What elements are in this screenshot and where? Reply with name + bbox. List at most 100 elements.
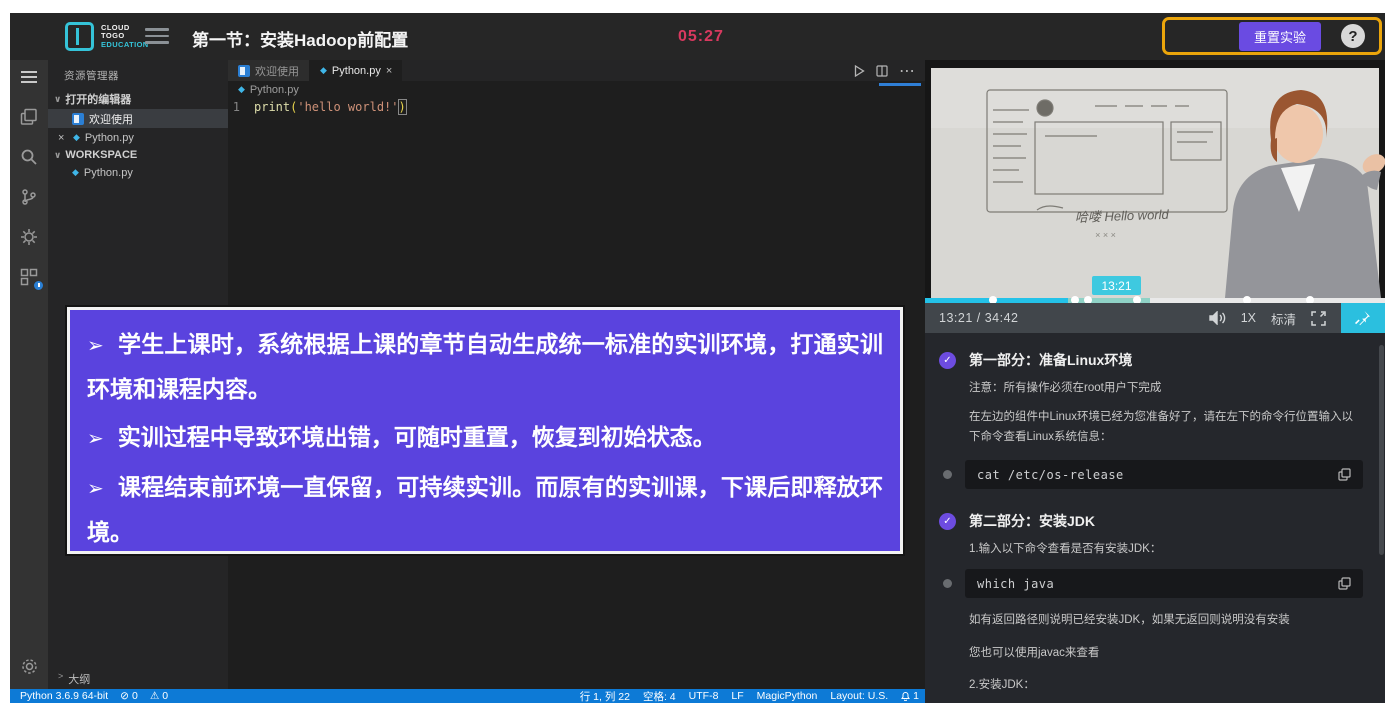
brand-logo-icon — [65, 22, 94, 51]
section-2-header[interactable]: ✓ 第二部分：安装JDK — [939, 511, 1363, 531]
help-icon[interactable]: ? — [1341, 24, 1365, 48]
section-2-title: 第二部分：安装JDK — [969, 511, 1095, 531]
settings-gear-icon[interactable] — [10, 649, 48, 683]
outline-label: 大纲 — [68, 671, 90, 687]
chevron-down-icon: ∨ — [54, 94, 61, 105]
chapter-title: 第一节：安装Hadoop前配置 — [192, 26, 408, 51]
brand-logo-text: CLOUD TOGO EDUCATION — [101, 24, 149, 50]
command-row: which java — [939, 569, 1363, 598]
eol-setting[interactable]: LF — [731, 690, 743, 702]
remote-explorer-icon[interactable] — [10, 260, 48, 294]
python-version[interactable]: Python 3.6.9 64-bit — [20, 690, 108, 702]
more-actions-icon[interactable]: ⋯ — [899, 61, 915, 81]
panel-scrollbar[interactable] — [1379, 345, 1384, 555]
breadcrumb[interactable]: ◆ Python.py — [228, 81, 925, 98]
editor-actions: ⋯ — [854, 60, 925, 81]
tab-label: 欢迎使用 — [255, 63, 299, 79]
menu-icon[interactable] — [145, 28, 169, 45]
open-editor-item-welcome[interactable]: 欢迎使用 — [48, 109, 228, 128]
volume-icon[interactable] — [1209, 311, 1226, 325]
section-2-extra-2: 您也可以使用javac来查看 — [969, 644, 1363, 664]
status-bar: Python 3.6.9 64-bit ⊘ 0 ⚠ 0 行 1, 列 22 空格… — [10, 689, 925, 703]
playback-speed[interactable]: 1X — [1241, 311, 1256, 325]
command-block[interactable]: which java — [965, 569, 1363, 598]
tab-python[interactable]: ◆ Python.py × — [310, 60, 402, 81]
overlay-bullet-1: ➢学生上课时，系统根据上课的章节自动生成统一标准的实训环境，打通实训环境和课程内… — [87, 323, 883, 411]
warnings-indicator[interactable]: ⚠ 0 — [150, 690, 168, 702]
section-2-extra-1: 如有返回路径则说明已经安装JDK，如果无返回则说明没有安装 — [969, 611, 1363, 631]
copy-icon[interactable] — [1338, 468, 1351, 481]
chevron-down-icon: ∨ — [54, 150, 61, 161]
section-1-header[interactable]: ✓ 第一部分：准备Linux环境 — [939, 350, 1363, 370]
split-editor-icon[interactable] — [876, 65, 888, 77]
code-close-paren: ) — [399, 100, 406, 114]
workspace-label: WORKSPACE — [65, 149, 137, 161]
pin-video-button[interactable] — [1341, 303, 1385, 333]
video-controls: 13:21 / 34:42 1X 标清 — [925, 303, 1385, 333]
section-2-paragraph: 1.输入以下命令查看是否有安装JDK： — [969, 540, 1363, 556]
code-open-paren: ( — [290, 100, 297, 114]
code-keyword: print — [254, 100, 290, 114]
video-time-display: 13:21 / 34:42 — [925, 311, 1018, 325]
arrow-bullet-icon: ➢ — [87, 335, 104, 357]
overlay-bullet-3: ➢课程结束前环境一直保留，可持续实训。而原有的实训课，下课后即释放环境。 — [87, 466, 883, 554]
explorer-icon[interactable] — [10, 100, 48, 134]
open-editor-label: 欢迎使用 — [89, 111, 133, 127]
open-editor-label: Python.py — [85, 132, 134, 144]
notification-count: 1 — [913, 690, 919, 702]
welcome-file-icon — [238, 65, 250, 77]
annotation-overlay: ➢学生上课时，系统根据上课的章节自动生成统一标准的实训环境，打通实训环境和课程内… — [67, 307, 903, 554]
workspace-file-label: Python.py — [84, 167, 133, 179]
keyboard-layout[interactable]: Layout: U.S. — [830, 690, 888, 702]
arrow-bullet-icon: ➢ — [87, 428, 104, 450]
search-icon[interactable] — [10, 140, 48, 174]
check-icon: ✓ — [939, 513, 956, 530]
brand-line-3: EDUCATION — [101, 41, 149, 50]
app-window: CLOUD TOGO EDUCATION 第一节：安装Hadoop前配置 05:… — [10, 13, 1385, 703]
encoding-setting[interactable]: UTF-8 — [689, 690, 719, 702]
reset-experiment-button[interactable]: 重置实验 — [1239, 22, 1321, 51]
arrow-bullet-icon: ➢ — [87, 478, 104, 500]
tab-welcome[interactable]: 欢迎使用 — [228, 60, 310, 81]
notifications-bell[interactable]: 1 — [901, 690, 919, 702]
command-block[interactable]: cat /etc/os-release — [965, 460, 1363, 489]
cursor-position[interactable]: 行 1, 列 22 — [580, 689, 630, 704]
outline-section[interactable]: > 大纲 — [48, 671, 228, 687]
quality-selector[interactable]: 标清 — [1271, 309, 1296, 328]
workspace-file-python[interactable]: ◆ Python.py — [48, 163, 228, 182]
python-file-icon: ◆ — [320, 66, 327, 75]
copy-icon[interactable] — [1338, 577, 1351, 590]
line-number: 1 — [228, 100, 254, 114]
tab-label: Python.py — [332, 65, 381, 77]
open-editor-item-python[interactable]: × ◆ Python.py — [48, 128, 228, 147]
code-line-1[interactable]: 1 print ( 'hello world!' ) — [228, 98, 925, 115]
errors-indicator[interactable]: ⊘ 0 — [120, 690, 138, 702]
course-content: ✓ 第一部分：准备Linux环境 注意：所有操作必须在root用户下完成 在左边… — [925, 333, 1385, 703]
sidebar-menu-icon[interactable] — [10, 60, 48, 94]
close-icon[interactable]: × — [58, 132, 68, 144]
python-file-icon: ◆ — [238, 85, 245, 94]
language-mode[interactable]: MagicPython — [757, 690, 818, 702]
open-editors-section[interactable]: ∨ 打开的编辑器 — [48, 89, 228, 109]
course-panel: 哈喽 Hello world × × × 13:21 — [925, 60, 1385, 703]
video-chapter-chip: 13:21 — [1092, 276, 1141, 295]
bullet-dot-icon — [943, 579, 952, 588]
explorer-title: 资源管理器 — [48, 60, 228, 89]
run-file-icon[interactable] — [854, 65, 865, 77]
workspace-section[interactable]: ∨ WORKSPACE — [48, 147, 228, 163]
command-row: cat /etc/os-release — [939, 460, 1363, 489]
section-1-note: 注意：所有操作必须在root用户下完成 — [969, 379, 1363, 395]
debug-icon[interactable] — [10, 220, 48, 254]
welcome-file-icon — [72, 113, 84, 125]
section-1-paragraph: 在左边的组件中Linux环境已经为您准备好了，请在左下的命令行位置输入以下命令查… — [969, 408, 1363, 447]
indent-setting[interactable]: 空格: 4 — [643, 689, 676, 704]
video-player[interactable]: 哈喽 Hello world × × × 13:21 — [925, 60, 1385, 298]
fullscreen-icon[interactable] — [1311, 311, 1326, 326]
code-string: 'hello world!' — [297, 100, 398, 114]
editor-overview-mark — [879, 83, 921, 86]
video-frame: 哈喽 Hello world × × × — [925, 60, 1385, 298]
breadcrumb-filename: Python.py — [250, 84, 299, 96]
close-tab-icon[interactable]: × — [386, 65, 392, 77]
editor-tab-bar: 欢迎使用 ◆ Python.py × ⋯ — [228, 60, 925, 81]
source-control-icon[interactable] — [10, 180, 48, 214]
